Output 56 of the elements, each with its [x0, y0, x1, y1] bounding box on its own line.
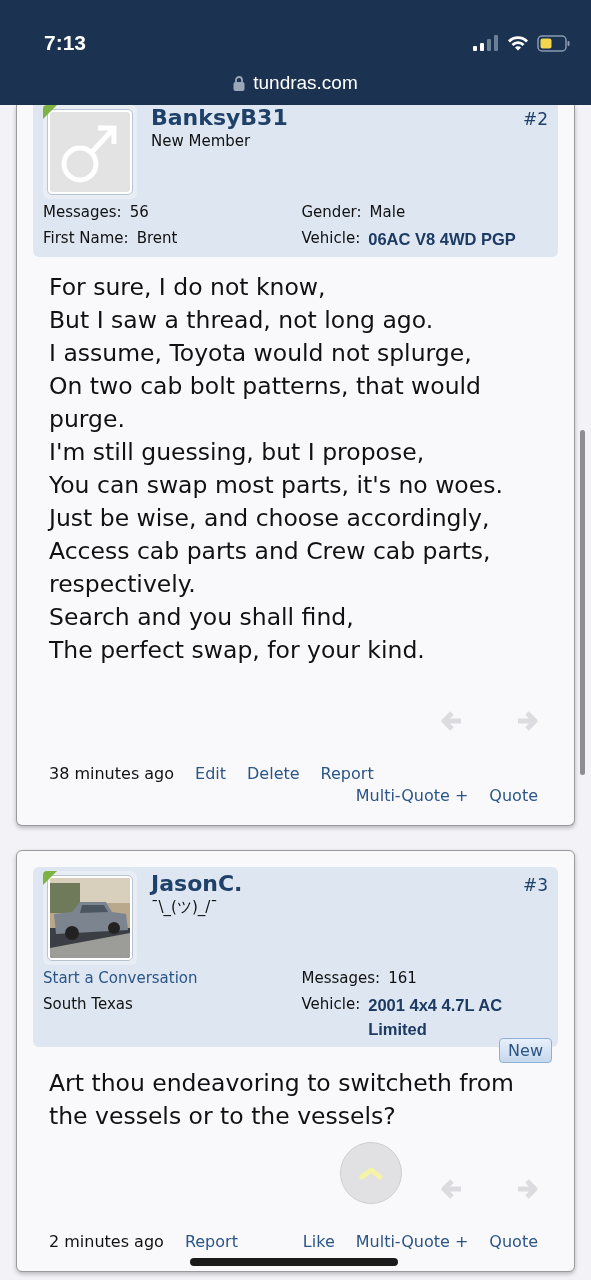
- user-title: ¯\_(ツ)_/¯: [151, 898, 219, 917]
- action-link[interactable]: Quote: [489, 785, 538, 807]
- action-link[interactable]: Multi-Quote +: [355, 785, 469, 807]
- battery-icon: [537, 34, 571, 52]
- clock-time: 7:13: [44, 31, 87, 55]
- field-label: Messages:: [43, 202, 122, 223]
- wifi-icon: [507, 35, 529, 51]
- right-arrow-icon[interactable]: [516, 1179, 538, 1199]
- conversation-link[interactable]: Start a Conversation: [43, 967, 198, 989]
- post-text-line: Search and you shall find,: [49, 602, 355, 633]
- post-text-line: But I saw a thread, not long ago.: [49, 305, 435, 336]
- url-text[interactable]: tundras.com: [253, 72, 358, 94]
- post-text-line: Just be wise, and choose accordingly,: [49, 503, 491, 534]
- field-label: Vehicle:: [301, 228, 361, 249]
- post-time: 38 minutes ago: [49, 763, 175, 785]
- lock-icon: [233, 75, 246, 91]
- field-label: Vehicle:: [301, 994, 361, 1015]
- field-value: 161: [388, 968, 417, 989]
- field-value: Male: [369, 202, 406, 223]
- username-link[interactable]: BanksyB31: [151, 105, 288, 130]
- action-link[interactable]: Quote: [489, 1231, 538, 1253]
- field-value: 06AC V8 4WD PGP: [368, 229, 516, 250]
- post-text-line: I assume, Toyota would not splurge,: [49, 338, 473, 369]
- scrollbar[interactable]: [580, 430, 585, 775]
- post-text-line: The perfect swap, for your kind.: [49, 635, 426, 666]
- post-time: 2 minutes ago: [49, 1231, 164, 1253]
- field-value: Brent: [136, 228, 178, 249]
- post-text-line: You can swap most parts, it's no woes.: [49, 470, 504, 501]
- action-link[interactable]: Like: [302, 1231, 335, 1253]
- left-arrow-icon[interactable]: [441, 1179, 463, 1199]
- post-text-line: On two cab bolt patterns, that would purge.: [49, 371, 483, 435]
- new-badge: New: [499, 1038, 552, 1063]
- post-number-link[interactable]: #3: [522, 875, 548, 895]
- right-arrow-icon[interactable]: [516, 711, 538, 731]
- field-value: 56: [129, 202, 149, 223]
- action-link[interactable]: Delete: [247, 763, 300, 785]
- post-text-line: Art thou endeavoring to switcheth from the vessels or to the vessels?: [49, 1068, 515, 1132]
- male-symbol-icon: [50, 112, 130, 192]
- left-arrow-icon[interactable]: [441, 711, 463, 731]
- signal-icon: [473, 35, 499, 51]
- username-link[interactable]: JasonC.: [151, 871, 243, 896]
- action-link[interactable]: Edit: [195, 763, 227, 785]
- up-chevron-icon: [359, 1166, 383, 1180]
- action-link[interactable]: Report: [184, 1231, 238, 1253]
- post-number-link[interactable]: #2: [522, 109, 548, 129]
- post-text-line: For sure, I do not know,: [49, 272, 327, 303]
- field-label: First Name:: [43, 228, 129, 249]
- action-link[interactable]: Report: [320, 763, 374, 785]
- field-value: 2001 4x4 4.7L AC Limited: [368, 995, 504, 1040]
- user-title: New Member: [151, 132, 252, 150]
- action-link[interactable]: Multi-Quote +: [355, 1231, 469, 1253]
- field-label: Gender:: [301, 202, 362, 223]
- post-text-line: Access cab parts and Crew cab parts, respectively.: [49, 536, 492, 600]
- post-text-line: I'm still guessing, but I propose,: [49, 437, 426, 468]
- location-text: South Texas: [43, 994, 133, 1015]
- field-label: Messages:: [301, 968, 381, 989]
